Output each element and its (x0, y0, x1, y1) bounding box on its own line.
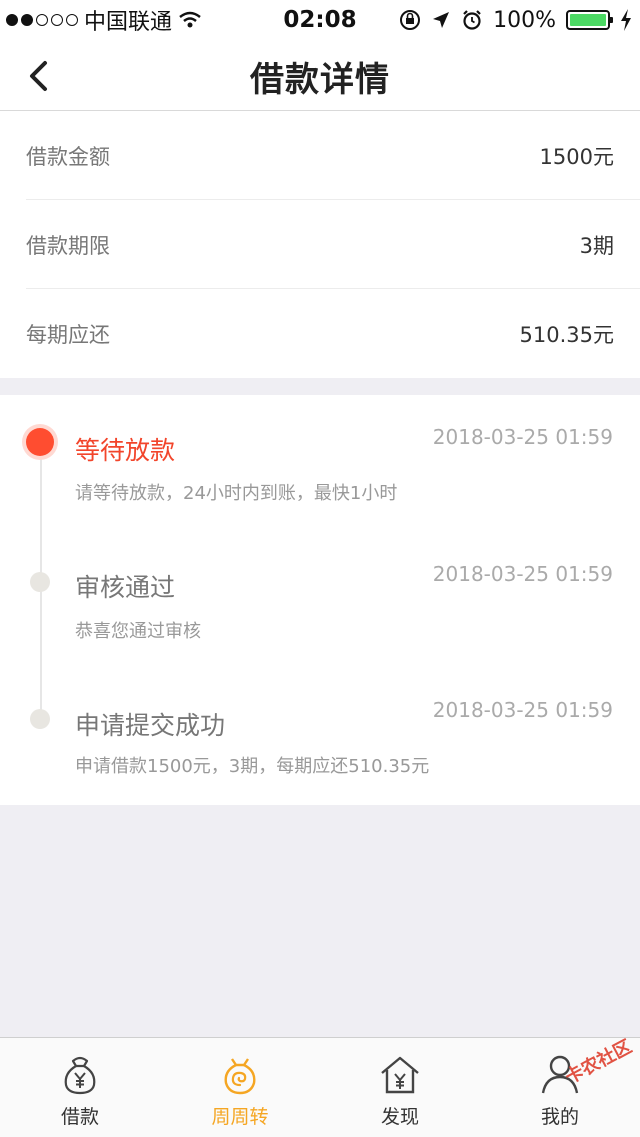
alarm-clock-icon (463, 10, 481, 30)
status-right: 100% (399, 0, 632, 40)
location-arrow-icon (433, 12, 450, 28)
tab-label: 借款 (60, 1106, 99, 1128)
installment-row: 每期应还 510.35元 (0, 289, 640, 378)
tab-discover[interactable]: 发现 (320, 1038, 480, 1137)
timeline-title: 申请提交成功 (75, 711, 226, 740)
timeline-item-submitted: 申请提交成功 2018-03-25 01:59 申请借款1500元，3期，每期应… (0, 668, 640, 788)
status-bar: 中国联通 02:08 100% (0, 0, 640, 40)
timeline-title: 等待放款 (75, 436, 176, 465)
spiral-bag-icon (217, 1052, 263, 1098)
tab-weekly-turnover[interactable]: 周周转 (160, 1038, 320, 1137)
timeline-desc: 请等待放款，24小时内到账，最快1小时 (75, 483, 398, 504)
loan-amount-value: 1500元 (539, 144, 614, 169)
tab-label: 我的 (540, 1106, 579, 1128)
loan-term-value: 3期 (579, 233, 614, 258)
timeline-desc: 恭喜您通过审核 (75, 621, 201, 642)
timeline-time: 2018-03-25 01:59 (432, 425, 613, 449)
timeline-time: 2018-03-25 01:59 (432, 698, 613, 722)
navigation-bar: 借款详情 (0, 40, 640, 111)
timeline-time: 2018-03-25 01:59 (432, 562, 613, 586)
battery-percent: 100% (493, 7, 556, 33)
tab-bar: 借款 周周转 发现 我的 卡农社区 (0, 1036, 640, 1137)
timeline-title: 审核通过 (75, 573, 176, 602)
tab-mine[interactable]: 我的 卡农社区 (480, 1036, 640, 1137)
timeline-active-dot (26, 428, 54, 456)
orientation-lock-icon (400, 10, 421, 30)
timeline-item-approved: 审核通过 2018-03-25 01:59 恭喜您通过审核 (0, 532, 640, 652)
loan-amount-label: 借款金额 (26, 144, 110, 169)
tab-loan[interactable]: 借款 (0, 1038, 160, 1137)
money-bag-icon (57, 1052, 103, 1098)
charging-bolt-icon (621, 9, 631, 31)
tab-label: 发现 (380, 1106, 419, 1128)
tab-label: 周周转 (211, 1106, 269, 1128)
page-title: 借款详情 (250, 60, 390, 100)
timeline-dot (30, 709, 50, 729)
timeline-item-waiting: 等待放款 2018-03-25 01:59 请等待放款，24小时内到账，最快1小… (0, 395, 640, 515)
loan-amount-row: 借款金额 1500元 (0, 111, 640, 200)
timeline-dot (30, 572, 50, 592)
loan-term-row: 借款期限 3期 (0, 200, 640, 289)
timeline-desc: 申请借款1500元，3期，每期应还510.35元 (75, 756, 430, 777)
installment-label: 每期应还 (26, 322, 110, 347)
loan-info-card: 借款金额 1500元 借款期限 3期 每期应还 510.35元 (0, 111, 640, 378)
status-timeline: 等待放款 2018-03-25 01:59 请等待放款，24小时内到账，最快1小… (0, 395, 640, 805)
watermark-logo: 卡农社区 (561, 1036, 636, 1089)
loan-term-label: 借款期限 (26, 233, 110, 258)
house-yen-icon (377, 1052, 423, 1098)
installment-value: 510.35元 (519, 322, 614, 347)
battery-icon (566, 10, 613, 30)
